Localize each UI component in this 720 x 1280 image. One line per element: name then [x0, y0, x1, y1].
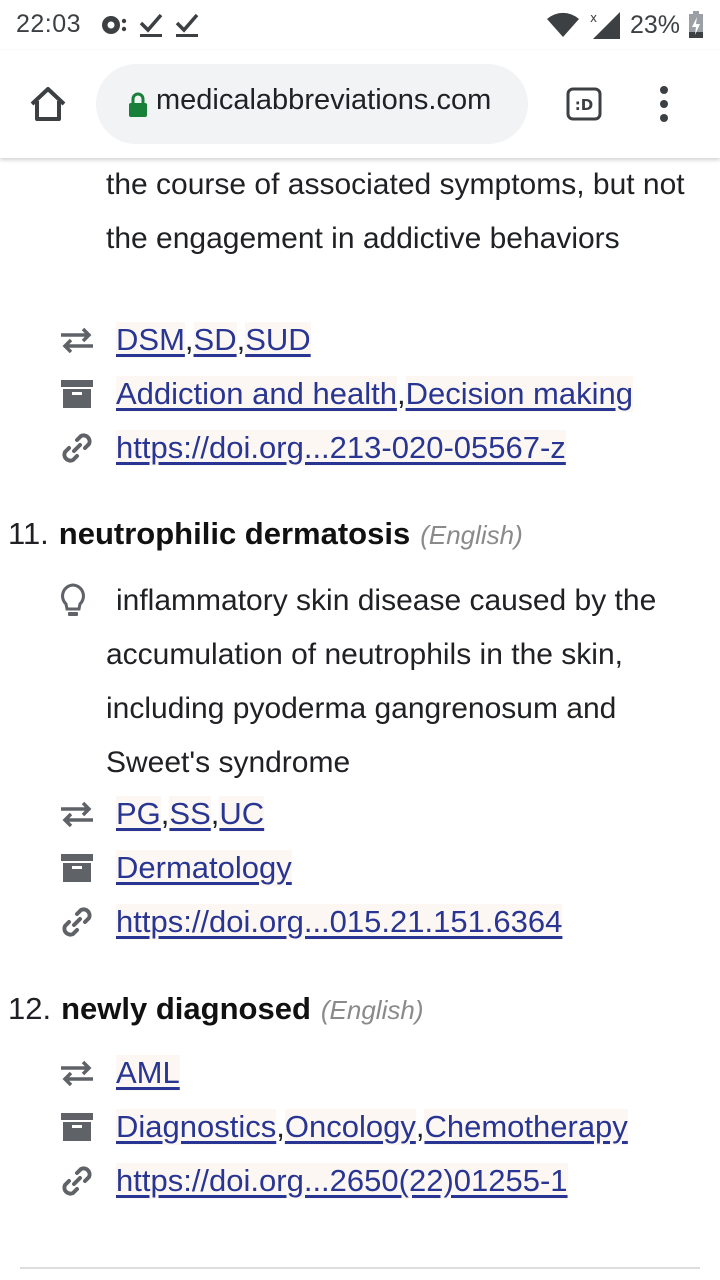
download-done-icon	[139, 13, 163, 37]
swap-arrows-icon	[58, 321, 96, 359]
home-icon	[30, 87, 66, 121]
abbreviation-link[interactable]: UC	[219, 796, 265, 832]
cellular-signal-icon: x	[590, 11, 620, 39]
overflow-menu-button[interactable]	[652, 82, 676, 126]
system-status-icons: x 23%	[546, 10, 704, 40]
link-icon	[58, 903, 96, 941]
battery-charging-icon	[689, 11, 703, 38]
lock-icon	[129, 92, 147, 117]
notification-app-icon	[102, 16, 127, 34]
divider	[20, 1267, 700, 1269]
source-link[interactable]: https://doi.org...2650(22)01255-1	[116, 1163, 568, 1199]
tab-switcher-button[interactable]: :D	[566, 87, 602, 121]
entry-language: (English)	[420, 520, 523, 550]
archive-box-icon	[58, 1108, 96, 1146]
tab-switcher-label: :D	[575, 96, 593, 114]
link-icon	[58, 429, 96, 467]
archive-box-icon	[58, 849, 96, 887]
category-link[interactable]: Decision making	[405, 376, 633, 412]
swap-arrows-icon	[58, 1054, 96, 1092]
entry-heading: 11. neutrophilic dermatosis (English)	[8, 516, 523, 552]
source-link[interactable]: https://doi.org...213-020-05567-z	[116, 430, 566, 466]
source-row: https://doi.org...2650(22)01255-1	[58, 1156, 568, 1206]
page-content: the course of associated symptoms, but n…	[0, 158, 720, 1280]
address-bar[interactable]: medicalabbreviations.com	[96, 64, 528, 144]
abbreviation-link[interactable]: PG	[116, 796, 161, 832]
definition-text: the course of associated symptoms, but n…	[106, 168, 685, 255]
category-link[interactable]: Dermatology	[116, 850, 292, 886]
battery-percent: 23%	[629, 10, 680, 39]
wifi-icon	[546, 12, 579, 37]
entry-term[interactable]: newly diagnosed	[61, 991, 311, 1027]
more-vert-icon	[660, 86, 668, 122]
svg-text:x: x	[590, 11, 597, 25]
tab-switcher-icon: :D	[566, 87, 602, 121]
link-icon	[58, 1162, 96, 1200]
category-link[interactable]: Diagnostics	[116, 1109, 277, 1145]
source-link[interactable]: https://doi.org...015.21.151.6364	[116, 904, 563, 940]
home-button[interactable]	[26, 82, 70, 126]
abbreviations-row: DSM, SD, SUD	[58, 315, 311, 365]
url-text: medicalabbreviations.com	[156, 84, 492, 116]
abbreviations-row: PG, SS, UC	[58, 789, 265, 839]
categories-row: Dermatology	[58, 843, 292, 893]
abbreviations-row: AML	[58, 1048, 180, 1098]
entry-language: (English)	[320, 995, 424, 1025]
category-link[interactable]: Addiction and health	[116, 376, 397, 412]
entry-term[interactable]: neutrophilic dermatosis	[59, 516, 410, 552]
notification-icons	[100, 10, 200, 40]
swap-arrows-icon	[58, 795, 96, 833]
abbreviation-link[interactable]: SD	[193, 322, 237, 358]
categories-row: Diagnostics, Oncology, Chemotherapy	[58, 1102, 628, 1152]
categories-row: Addiction and health, Decision making	[58, 369, 633, 419]
entry-heading: 12. newly diagnosed (English)	[8, 991, 423, 1027]
source-row: https://doi.org...015.21.151.6364	[58, 897, 563, 947]
status-time: 22:03	[16, 10, 82, 38]
browser-toolbar: medicalabbreviations.com :D	[0, 50, 720, 158]
definition-text: inflammatory skin disease caused by the …	[106, 584, 657, 779]
archive-box-icon	[58, 375, 96, 413]
abbreviation-link[interactable]: SS	[169, 796, 211, 832]
status-bar: 22:03 x 23%	[0, 0, 720, 50]
abbreviation-link[interactable]: AML	[116, 1055, 180, 1091]
category-link[interactable]: Chemotherapy	[424, 1109, 628, 1145]
download-done-icon-2	[175, 13, 199, 37]
entry-number: 11.	[8, 516, 49, 551]
source-row: https://doi.org...213-020-05567-z	[58, 423, 566, 473]
abbreviation-link[interactable]: SUD	[245, 322, 311, 358]
entry-number: 12.	[8, 991, 52, 1026]
abbreviation-link[interactable]: DSM	[116, 322, 185, 358]
category-link[interactable]: Oncology	[284, 1109, 416, 1145]
lightbulb-icon	[58, 582, 88, 623]
